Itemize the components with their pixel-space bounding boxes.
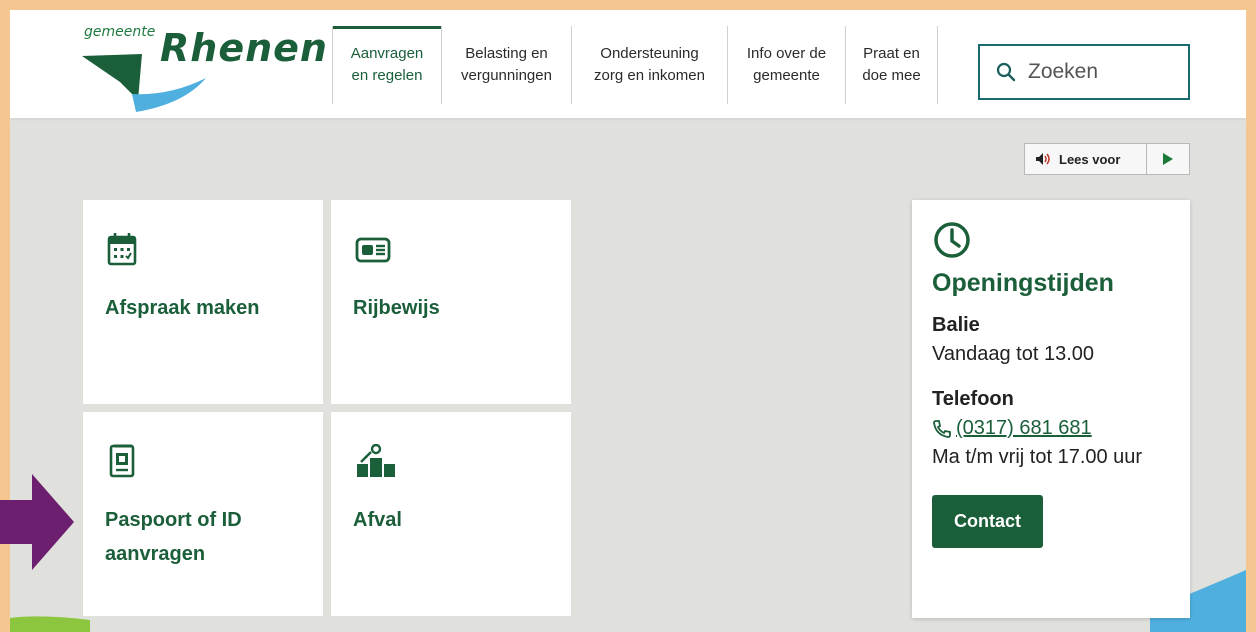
readspeaker-widget: Lees voor [1024,143,1190,175]
page-frame: gemeente Rhenen Aanvragen en regelen Bel… [10,10,1246,632]
logo-emblem-icon [82,54,206,112]
balie-heading: Balie [932,314,980,336]
nav-item-line1: Aanvragen [350,45,424,62]
decorative-wave-left [10,616,90,632]
lees-voor-button[interactable]: Lees voor [1025,144,1147,174]
contact-button[interactable]: Contact [932,495,1043,548]
play-icon [1163,153,1173,165]
id-card-icon [355,237,391,263]
search-icon[interactable] [996,62,1016,82]
nav-item-ondersteuning[interactable]: Ondersteuning zorg en inkomen [572,26,728,104]
nav-item-line2: vergunningen [461,67,552,84]
tile-afval[interactable]: Afval [331,412,571,616]
nav-item-belasting[interactable]: Belasting en vergunningen [442,26,572,104]
nav-item-line1: Ondersteuning [600,45,699,62]
nav-item-line1: Belasting en [465,45,548,62]
search-box[interactable] [978,44,1190,100]
site-header: gemeente Rhenen Aanvragen en regelen Bel… [10,10,1246,118]
tile-rijbewijs[interactable]: Rijbewijs [331,200,571,404]
telefoon-text: Ma t/m vrij tot 17.00 uur [932,446,1143,468]
tile-label: Afspraak maken [105,297,260,319]
nav-item-aanvragen[interactable]: Aanvragen en regelen [332,26,442,104]
play-button[interactable] [1147,144,1189,174]
openingstijden-card: Openingstijden Balie Vandaag tot 13.00 T… [912,200,1190,618]
nav-item-line2: doe mee [862,67,921,84]
balie-text: Vandaag tot 13.00 [932,343,1094,365]
nav-item-line1: Praat en [863,45,920,62]
tile-label: Afval [353,509,402,531]
logo-small-text: gemeente [84,24,156,40]
passport-icon [109,444,135,478]
tile-paspoort[interactable]: Paspoort of ID aanvragen [83,412,323,616]
nav-item-info[interactable]: Info over de gemeente [728,26,846,104]
nav-item-line2: zorg en inkomen [594,67,705,84]
phone-link[interactable]: (0317) 681 681 [956,417,1092,440]
calendar-icon [107,233,137,266]
speaker-icon [1036,153,1050,165]
nav-item-line1: Info over de [746,45,827,62]
lees-voor-label: Lees voor [1059,151,1121,167]
phone-icon [933,419,951,438]
nav-item-praat[interactable]: Praat en doe mee [846,26,938,104]
phone-row: (0317) 681 681 [932,417,1170,440]
nav-item-line2: gemeente [753,67,820,84]
tile-label: Rijbewijs [353,297,440,319]
arrow-icon [0,474,74,570]
tile-label: Paspoort of ID aanvragen [105,509,242,565]
nav-item-line2: en regelen [351,67,423,84]
tile-afspraak-maken[interactable]: Afspraak maken [83,200,323,404]
clock-icon [934,222,970,258]
main-nav: Aanvragen en regelen Belasting en vergun… [332,26,938,104]
waste-icon [357,443,395,477]
openingstijden-title: Openingstijden [932,269,1114,297]
search-input[interactable] [1028,60,1178,84]
telefoon-heading: Telefoon [932,388,1014,410]
site-logo[interactable]: gemeente Rhenen [80,24,327,112]
